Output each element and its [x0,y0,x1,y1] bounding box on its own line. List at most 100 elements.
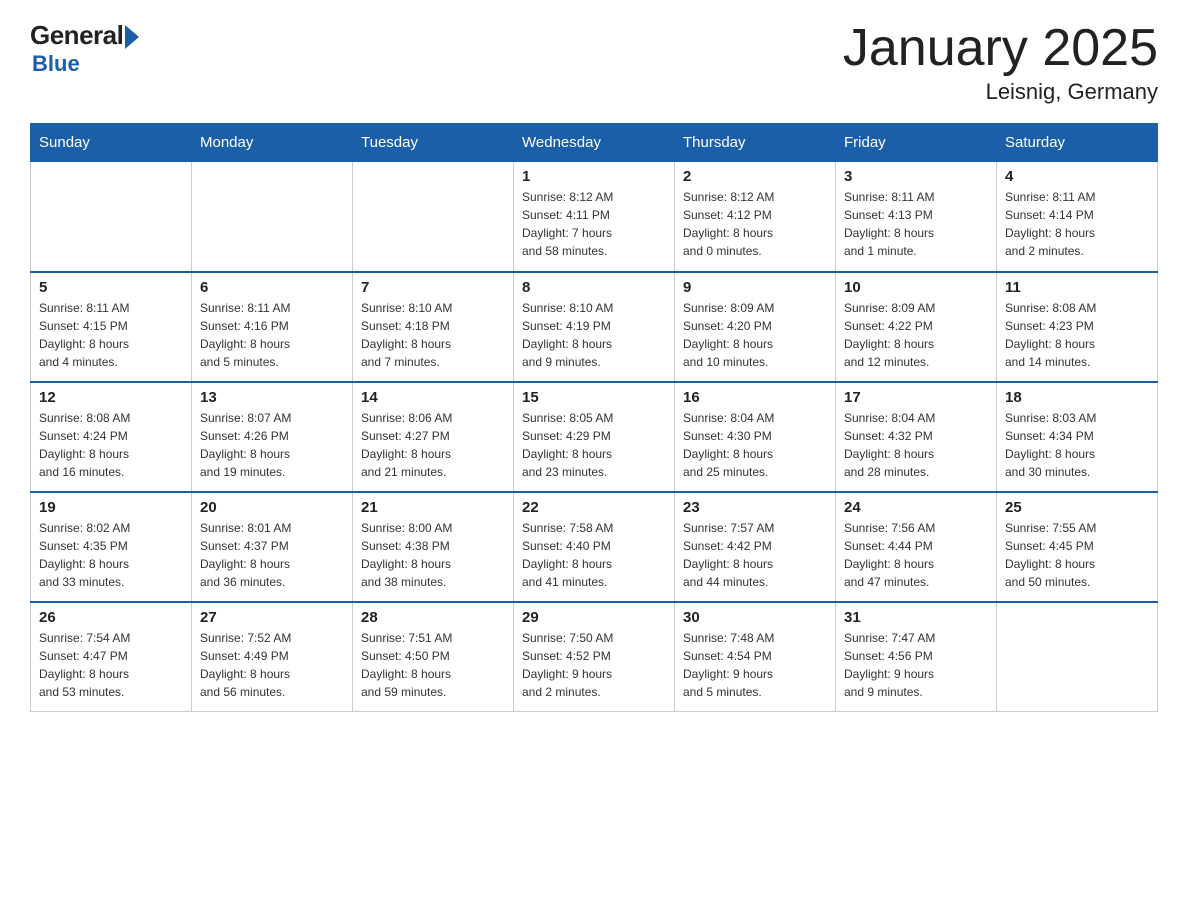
calendar-header-cell: Wednesday [514,124,675,162]
day-number: 11 [1005,279,1149,296]
day-info: Sunrise: 8:11 AM Sunset: 4:16 PM Dayligh… [200,299,344,371]
calendar-cell: 8 Sunrise: 8:10 AM Sunset: 4:19 PM Daylig… [514,272,675,382]
calendar-week-row: 26 Sunrise: 7:54 AM Sunset: 4:47 PM Dayli… [31,602,1158,712]
calendar-cell [192,162,353,272]
day-info: Sunrise: 8:03 AM Sunset: 4:34 PM Dayligh… [1005,409,1149,481]
day-info: Sunrise: 7:54 AM Sunset: 4:47 PM Dayligh… [39,629,183,701]
calendar-header-cell: Tuesday [353,124,514,162]
day-number: 13 [200,389,344,406]
day-info: Sunrise: 8:11 AM Sunset: 4:15 PM Dayligh… [39,299,183,371]
calendar-cell [31,162,192,272]
calendar-cell: 25 Sunrise: 7:55 AM Sunset: 4:45 PM Dayli… [997,492,1158,602]
day-number: 31 [844,609,988,626]
calendar-cell [353,162,514,272]
day-info: Sunrise: 7:51 AM Sunset: 4:50 PM Dayligh… [361,629,505,701]
calendar-cell: 7 Sunrise: 8:10 AM Sunset: 4:18 PM Daylig… [353,272,514,382]
day-number: 7 [361,279,505,296]
calendar-cell: 1 Sunrise: 8:12 AM Sunset: 4:11 PM Daylig… [514,162,675,272]
day-info: Sunrise: 7:50 AM Sunset: 4:52 PM Dayligh… [522,629,666,701]
page-header: General Blue January 2025 Leisnig, Germa… [30,20,1158,105]
calendar-cell: 21 Sunrise: 8:00 AM Sunset: 4:38 PM Dayli… [353,492,514,602]
day-info: Sunrise: 7:57 AM Sunset: 4:42 PM Dayligh… [683,519,827,591]
day-number: 26 [39,609,183,626]
calendar-cell: 10Sunrise: 8:09 AM Sunset: 4:22 PM Dayli… [836,272,997,382]
calendar-cell [997,602,1158,712]
calendar-cell: 19 Sunrise: 8:02 AM Sunset: 4:35 PM Dayli… [31,492,192,602]
day-info: Sunrise: 8:04 AM Sunset: 4:32 PM Dayligh… [844,409,988,481]
day-number: 27 [200,609,344,626]
calendar-cell: 28Sunrise: 7:51 AM Sunset: 4:50 PM Dayli… [353,602,514,712]
day-number: 6 [200,279,344,296]
day-number: 24 [844,499,988,516]
page-title: January 2025 [843,20,1158,77]
calendar-cell: 22 Sunrise: 7:58 AM Sunset: 4:40 PM Dayli… [514,492,675,602]
day-number: 16 [683,389,827,406]
day-info: Sunrise: 8:05 AM Sunset: 4:29 PM Dayligh… [522,409,666,481]
calendar-cell: 4 Sunrise: 8:11 AM Sunset: 4:14 PM Daylig… [997,162,1158,272]
calendar-cell: 12Sunrise: 8:08 AM Sunset: 4:24 PM Dayli… [31,382,192,492]
day-number: 8 [522,279,666,296]
day-info: Sunrise: 7:56 AM Sunset: 4:44 PM Dayligh… [844,519,988,591]
calendar-week-row: 19 Sunrise: 8:02 AM Sunset: 4:35 PM Dayli… [31,492,1158,602]
calendar-cell: 11 Sunrise: 8:08 AM Sunset: 4:23 PM Dayli… [997,272,1158,382]
day-number: 23 [683,499,827,516]
calendar-cell: 5 Sunrise: 8:11 AM Sunset: 4:15 PM Daylig… [31,272,192,382]
calendar-header: SundayMondayTuesdayWednesdayThursdayFrid… [31,124,1158,162]
day-info: Sunrise: 8:02 AM Sunset: 4:35 PM Dayligh… [39,519,183,591]
day-number: 5 [39,279,183,296]
calendar-cell: 17Sunrise: 8:04 AM Sunset: 4:32 PM Dayli… [836,382,997,492]
calendar-header-cell: Thursday [675,124,836,162]
day-number: 15 [522,389,666,406]
day-number: 14 [361,389,505,406]
calendar-cell: 14 Sunrise: 8:06 AM Sunset: 4:27 PM Dayli… [353,382,514,492]
calendar-header-cell: Monday [192,124,353,162]
logo-arrow-icon [125,25,139,49]
day-info: Sunrise: 8:08 AM Sunset: 4:23 PM Dayligh… [1005,299,1149,371]
day-info: Sunrise: 8:11 AM Sunset: 4:14 PM Dayligh… [1005,188,1149,260]
calendar-cell: 18 Sunrise: 8:03 AM Sunset: 4:34 PM Dayli… [997,382,1158,492]
calendar-cell: 27 Sunrise: 7:52 AM Sunset: 4:49 PM Dayli… [192,602,353,712]
calendar-cell: 2 Sunrise: 8:12 AM Sunset: 4:12 PM Daylig… [675,162,836,272]
calendar-header-row: SundayMondayTuesdayWednesdayThursdayFrid… [31,124,1158,162]
day-info: Sunrise: 7:58 AM Sunset: 4:40 PM Dayligh… [522,519,666,591]
day-info: Sunrise: 8:12 AM Sunset: 4:11 PM Dayligh… [522,188,666,260]
day-number: 30 [683,609,827,626]
calendar-week-row: 5 Sunrise: 8:11 AM Sunset: 4:15 PM Daylig… [31,272,1158,382]
day-info: Sunrise: 8:11 AM Sunset: 4:13 PM Dayligh… [844,188,988,260]
day-info: Sunrise: 8:08 AM Sunset: 4:24 PM Dayligh… [39,409,183,481]
calendar-week-row: 12Sunrise: 8:08 AM Sunset: 4:24 PM Dayli… [31,382,1158,492]
title-block: January 2025 Leisnig, Germany [843,20,1158,105]
day-info: Sunrise: 7:48 AM Sunset: 4:54 PM Dayligh… [683,629,827,701]
calendar-cell: 15 Sunrise: 8:05 AM Sunset: 4:29 PM Dayli… [514,382,675,492]
calendar-cell: 6 Sunrise: 8:11 AM Sunset: 4:16 PM Daylig… [192,272,353,382]
day-number: 9 [683,279,827,296]
day-number: 29 [522,609,666,626]
day-info: Sunrise: 8:00 AM Sunset: 4:38 PM Dayligh… [361,519,505,591]
day-number: 4 [1005,168,1149,185]
logo: General Blue [30,20,139,77]
day-info: Sunrise: 8:12 AM Sunset: 4:12 PM Dayligh… [683,188,827,260]
calendar-table: SundayMondayTuesdayWednesdayThursdayFrid… [30,123,1158,712]
day-number: 18 [1005,389,1149,406]
logo-blue-text: Blue [32,51,80,77]
day-number: 25 [1005,499,1149,516]
day-number: 1 [522,168,666,185]
day-number: 19 [39,499,183,516]
calendar-cell: 16Sunrise: 8:04 AM Sunset: 4:30 PM Dayli… [675,382,836,492]
calendar-header-cell: Saturday [997,124,1158,162]
calendar-cell: 13 Sunrise: 8:07 AM Sunset: 4:26 PM Dayli… [192,382,353,492]
calendar-week-row: 1 Sunrise: 8:12 AM Sunset: 4:11 PM Daylig… [31,162,1158,272]
day-number: 10 [844,279,988,296]
calendar-header-cell: Friday [836,124,997,162]
day-info: Sunrise: 8:10 AM Sunset: 4:19 PM Dayligh… [522,299,666,371]
day-info: Sunrise: 8:06 AM Sunset: 4:27 PM Dayligh… [361,409,505,481]
day-info: Sunrise: 7:55 AM Sunset: 4:45 PM Dayligh… [1005,519,1149,591]
day-info: Sunrise: 7:52 AM Sunset: 4:49 PM Dayligh… [200,629,344,701]
day-number: 22 [522,499,666,516]
day-info: Sunrise: 8:07 AM Sunset: 4:26 PM Dayligh… [200,409,344,481]
day-number: 2 [683,168,827,185]
calendar-cell: 23 Sunrise: 7:57 AM Sunset: 4:42 PM Dayli… [675,492,836,602]
day-number: 21 [361,499,505,516]
calendar-cell: 26 Sunrise: 7:54 AM Sunset: 4:47 PM Dayli… [31,602,192,712]
day-info: Sunrise: 8:10 AM Sunset: 4:18 PM Dayligh… [361,299,505,371]
